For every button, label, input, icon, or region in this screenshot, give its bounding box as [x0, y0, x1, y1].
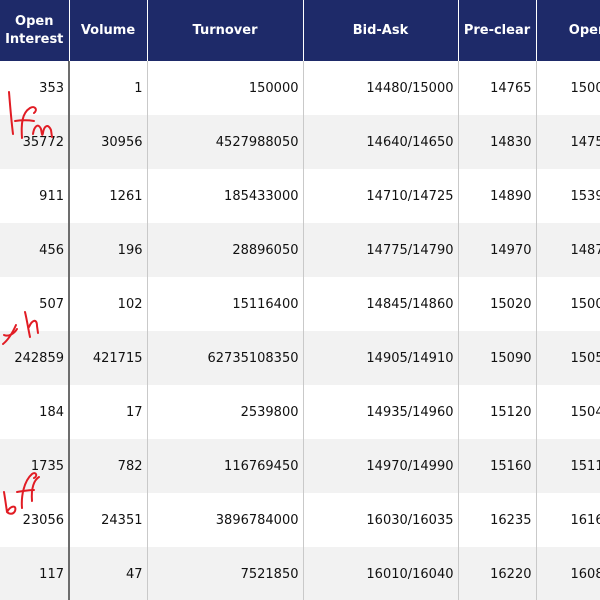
- cell-open: 1500: [536, 61, 600, 115]
- cell-open-interest: 911: [0, 169, 70, 223]
- column-header-open[interactable]: Open: [536, 0, 600, 61]
- cell-pre-clear: 16235: [458, 493, 537, 547]
- quote-table-viewport: Open Interest Volume Turnover Bid-Ask Pr…: [0, 0, 600, 600]
- cell-turnover: 15116400: [147, 277, 304, 331]
- cell-turnover: 3896784000: [147, 493, 304, 547]
- cell-open-interest: 456: [0, 223, 70, 277]
- table-row[interactable]: 3577230956452798805014640/14650148301475: [0, 115, 600, 169]
- table-row[interactable]: 4561962889605014775/14790149701487: [0, 223, 600, 277]
- cell-volume: 782: [69, 439, 148, 493]
- cell-open: 1504: [536, 385, 600, 439]
- cell-turnover: 4527988050: [147, 115, 304, 169]
- cell-open: 1539: [536, 169, 600, 223]
- cell-open-interest: 1735: [0, 439, 70, 493]
- cell-turnover: 150000: [147, 61, 304, 115]
- cell-pre-clear: 14970: [458, 223, 537, 277]
- cell-open: 1475: [536, 115, 600, 169]
- cell-pre-clear: 14890: [458, 169, 537, 223]
- table-row[interactable]: 5071021511640014845/14860150201500: [0, 277, 600, 331]
- column-header-bid-ask[interactable]: Bid-Ask: [303, 0, 459, 61]
- cell-open: 1616: [536, 493, 600, 547]
- cell-turnover: 28896050: [147, 223, 304, 277]
- cell-open: 1487: [536, 223, 600, 277]
- table-row[interactable]: 911126118543300014710/14725148901539: [0, 169, 600, 223]
- cell-bid-ask: 14845/14860: [303, 277, 459, 331]
- cell-bid-ask: 14970/14990: [303, 439, 459, 493]
- table-header-row: Open Interest Volume Turnover Bid-Ask Pr…: [0, 0, 600, 61]
- cell-open: 1608: [536, 547, 600, 600]
- cell-open-interest: 117: [0, 547, 70, 600]
- table-row[interactable]: 11747752185016010/16040162201608: [0, 547, 600, 600]
- cell-pre-clear: 14765: [458, 61, 537, 115]
- column-header-open-interest[interactable]: Open Interest: [0, 0, 70, 61]
- table-row[interactable]: 353115000014480/15000147651500: [0, 61, 600, 115]
- cell-pre-clear: 15160: [458, 439, 537, 493]
- cell-volume: 24351: [69, 493, 148, 547]
- cell-bid-ask: 14935/14960: [303, 385, 459, 439]
- cell-volume: 1: [69, 61, 148, 115]
- cell-bid-ask: 14710/14725: [303, 169, 459, 223]
- cell-volume: 30956: [69, 115, 148, 169]
- table-row[interactable]: 18417253980014935/14960151201504: [0, 385, 600, 439]
- cell-volume: 17: [69, 385, 148, 439]
- cell-open: 1505: [536, 331, 600, 385]
- cell-bid-ask: 14640/14650: [303, 115, 459, 169]
- cell-pre-clear: 15020: [458, 277, 537, 331]
- table-row[interactable]: 173578211676945014970/14990151601511: [0, 439, 600, 493]
- cell-open: 1500: [536, 277, 600, 331]
- cell-pre-clear: 15120: [458, 385, 537, 439]
- cell-open-interest: 23056: [0, 493, 70, 547]
- cell-volume: 47: [69, 547, 148, 600]
- cell-volume: 196: [69, 223, 148, 277]
- cell-open-interest: 242859: [0, 331, 70, 385]
- futures-quote-table: Open Interest Volume Turnover Bid-Ask Pr…: [0, 0, 600, 600]
- cell-bid-ask: 14905/14910: [303, 331, 459, 385]
- cell-pre-clear: 16220: [458, 547, 537, 600]
- cell-turnover: 185433000: [147, 169, 304, 223]
- column-header-volume[interactable]: Volume: [69, 0, 148, 61]
- cell-bid-ask: 14480/15000: [303, 61, 459, 115]
- cell-volume: 1261: [69, 169, 148, 223]
- cell-volume: 421715: [69, 331, 148, 385]
- cell-turnover: 2539800: [147, 385, 304, 439]
- column-header-pre-clear[interactable]: Pre-clear: [458, 0, 537, 61]
- cell-open-interest: 353: [0, 61, 70, 115]
- column-header-turnover[interactable]: Turnover: [147, 0, 304, 61]
- cell-open: 1511: [536, 439, 600, 493]
- cell-turnover: 7521850: [147, 547, 304, 600]
- cell-volume: 102: [69, 277, 148, 331]
- cell-open-interest: 35772: [0, 115, 70, 169]
- cell-bid-ask: 16030/16035: [303, 493, 459, 547]
- cell-turnover: 62735108350: [147, 331, 304, 385]
- cell-pre-clear: 14830: [458, 115, 537, 169]
- cell-pre-clear: 15090: [458, 331, 537, 385]
- cell-open-interest: 184: [0, 385, 70, 439]
- table-row[interactable]: 2305624351389678400016030/16035162351616: [0, 493, 600, 547]
- cell-turnover: 116769450: [147, 439, 304, 493]
- cell-bid-ask: 14775/14790: [303, 223, 459, 277]
- cell-bid-ask: 16010/16040: [303, 547, 459, 600]
- table-row[interactable]: 242859 421715 62735108350 14905/14910 15090 1…: [0, 331, 600, 385]
- cell-open-interest: 507: [0, 277, 70, 331]
